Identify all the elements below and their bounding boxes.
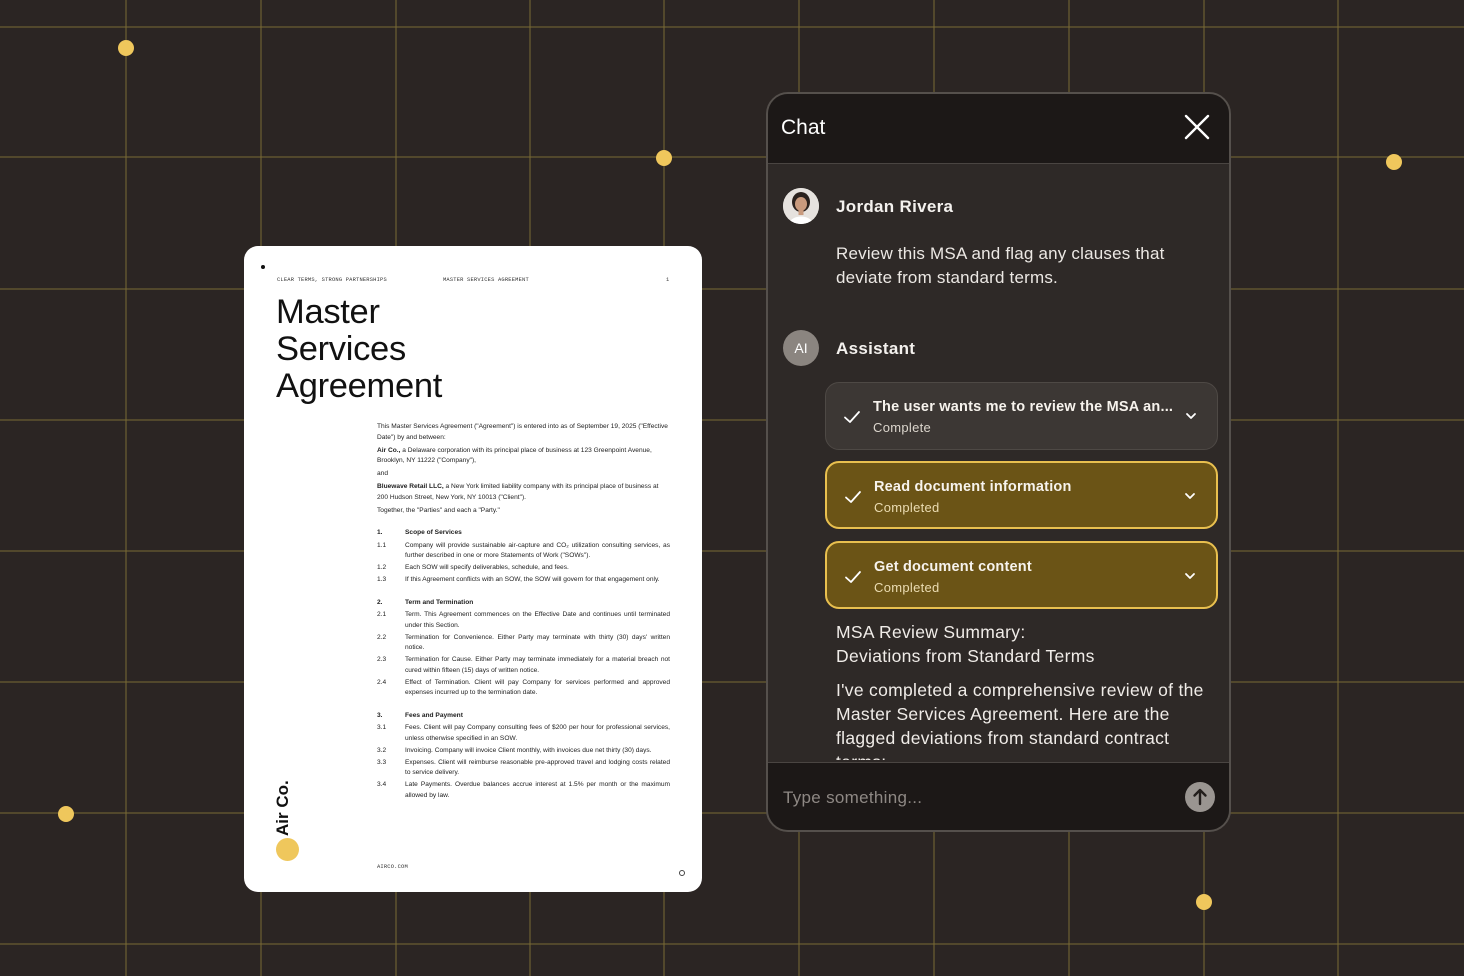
close-icon: [1184, 114, 1210, 140]
grid-dot: [1386, 154, 1402, 170]
assistant-body: I've completed a comprehensive review of…: [836, 680, 1204, 760]
doc-and: and: [377, 470, 389, 477]
step-label: Get document content: [874, 559, 1032, 575]
arrow-up-icon: [1193, 788, 1207, 806]
clause: 3.1 Fees. Client will pay Company consult…: [377, 724, 670, 742]
clause: 3.2 Invoicing. Company will invoice Clien…: [377, 746, 652, 754]
doc-body: This Master Services Agreement ("Agreeme…: [377, 422, 670, 803]
chevron-down-icon: [1185, 573, 1195, 579]
doc-party-1: Air Co., a Delaware corporation with its…: [377, 446, 652, 465]
grid-dot: [1196, 894, 1212, 910]
step-status: Completed: [874, 500, 940, 515]
clause: 2.3 Termination for Cause. Either Party m…: [377, 656, 670, 674]
reasoning-step[interactable]: The user wants me to review the MSA an..…: [825, 382, 1218, 450]
bullet-dot: [261, 265, 265, 269]
user-message: Review this MSA and flag any clauses tha…: [836, 244, 1165, 287]
clause: 2.4 Effect of Termination. Client will pa…: [377, 678, 670, 697]
tool-step-get-content[interactable]: Get document content Completed: [825, 541, 1218, 609]
section-heading: 1. Scope of Services: [377, 529, 462, 536]
avatar: [783, 188, 819, 224]
check-icon: [845, 491, 861, 503]
brand-logo: Air Co.: [273, 780, 292, 836]
step-label: Read document information: [874, 479, 1072, 495]
grid-dot: [58, 806, 74, 822]
clause: 2.2 Termination for Convenience. Either P…: [377, 633, 670, 652]
user-name: Jordan Rivera: [836, 197, 954, 216]
clause: 1.3 If this Agreement conflicts with an S…: [377, 576, 660, 583]
assistant-message: MSA Review Summary: Deviations from Stan…: [836, 620, 1206, 760]
chat-input-bar: [768, 762, 1229, 830]
chat-header: Chat: [768, 94, 1229, 164]
doc-section: 1. Scope of Services 1.1 Company will prov…: [377, 528, 670, 586]
check-icon: [844, 411, 860, 423]
chat-title: Chat: [781, 116, 826, 139]
doc-header-tagline: CLEAR TERMS, STRONG PARTNERSHIPS: [277, 277, 387, 283]
assistant-avatar: AI: [783, 330, 819, 366]
clause: 3.4 Late Payments. Overdue balances accru…: [377, 781, 670, 799]
step-status: Completed: [874, 580, 940, 595]
doc-together: Together, the "Parties" and each a "Part…: [377, 506, 500, 514]
chat-panel: Chat Jordan Rivera Review this MSA and f…: [766, 92, 1231, 832]
doc-party-2: Bluewave Retail LLC, a New York limited …: [377, 483, 659, 501]
step-label: The user wants me to review the MSA an..…: [873, 399, 1174, 415]
chevron-down-icon: [1186, 413, 1196, 419]
doc-footer-url: AIRCO.COM: [377, 864, 408, 870]
chevron-down-icon: [1185, 493, 1195, 499]
message-input[interactable]: [783, 783, 1163, 813]
summary-heading: MSA Review Summary: Deviations from Stan…: [836, 622, 1095, 666]
assistant-name: Assistant: [836, 339, 916, 358]
check-icon: [845, 571, 861, 583]
doc-page-number: 1: [666, 277, 670, 283]
doc-section: 3. Fees and Payment 3.1 Fees. Client will …: [377, 711, 670, 802]
grid-dot: [656, 150, 672, 166]
clause: 1.1 Company will provide sustainable air-…: [377, 541, 670, 560]
doc-section: 2. Term and Termination 2.1 Term. This Agr…: [377, 598, 670, 699]
background-grid: [0, 0, 1464, 976]
step-status: Complete: [873, 420, 932, 435]
clause: 2.1 Term. This Agreement commences on the…: [377, 611, 670, 629]
clause: 1.2 Each SOW will specify deliverables, s…: [377, 564, 569, 571]
doc-intro: This Master Services Agreement ("Agreeme…: [377, 423, 668, 441]
doc-header-title: MASTER SERVICES AGREEMENT: [443, 277, 529, 283]
grid-dot: [118, 40, 134, 56]
send-button[interactable]: [1185, 782, 1215, 812]
clause: 3.3 Expenses. Client will reimburse reaso…: [377, 758, 670, 777]
section-heading: 3. Fees and Payment: [377, 711, 463, 719]
tool-step-read-info[interactable]: Read document information Completed: [825, 461, 1218, 529]
user-avatar-icon: [783, 188, 819, 224]
close-button[interactable]: [1183, 113, 1211, 141]
footer-circle-icon: [679, 870, 685, 876]
doc-title: Master Services Agreement: [276, 293, 443, 405]
brand-dot: [276, 838, 299, 861]
document-preview[interactable]: CLEAR TERMS, STRONG PARTNERSHIPS MASTER …: [244, 246, 702, 892]
section-heading: 2. Term and Termination: [377, 598, 474, 606]
